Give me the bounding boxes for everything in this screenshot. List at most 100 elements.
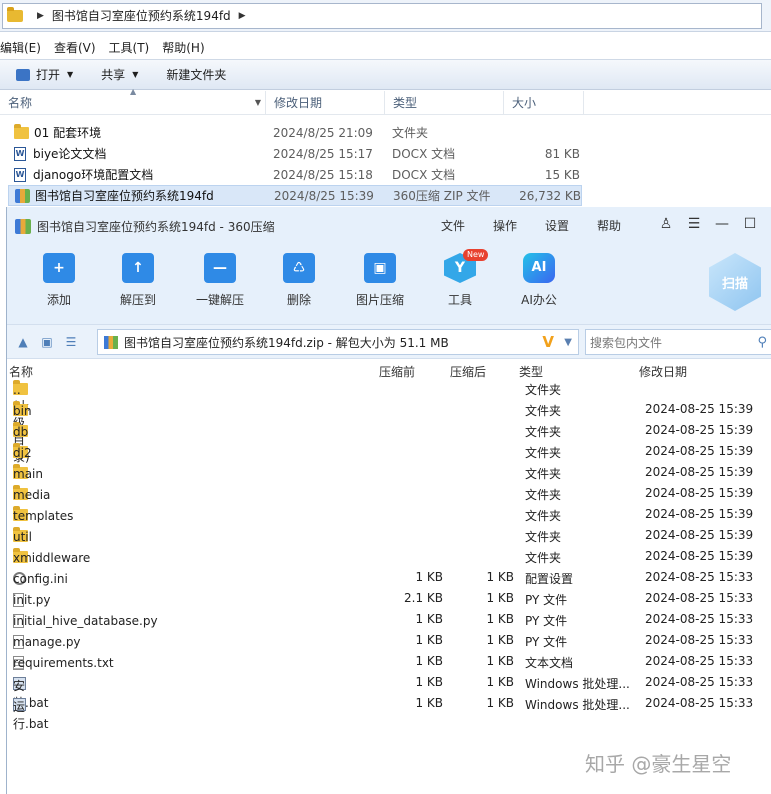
file-row[interactable]: 安装.bat 1 KB 1 KB Windows 批处理... 2024-08-25 1… — [7, 672, 771, 710]
menu-help[interactable]: 帮助(H) — [162, 39, 204, 56]
delete-button[interactable]: ♺ 删除 — [264, 253, 334, 308]
up-arrow-icon[interactable]: ▲ — [15, 335, 31, 349]
view-thumbnail-icon[interactable]: ▣ — [39, 335, 55, 349]
file-type: 文件夹 — [525, 551, 562, 565]
feedback-icon[interactable]: ☰ — [680, 216, 708, 232]
file-type: 360压缩 ZIP 文件 — [393, 189, 491, 203]
docx-icon: W — [14, 167, 26, 182]
column-date[interactable]: 修改日期 — [639, 363, 687, 380]
scan-button[interactable]: 扫描 — [709, 253, 761, 311]
path-field[interactable]: 图书馆自习室座位预约系统194fd.zip - 解包大小为 51.1 MB V … — [97, 329, 579, 355]
file-row[interactable]: 运行.bat 1 KB 1 KB Windows 批处理... 2024-08-25 1… — [7, 693, 771, 731]
menu-edit[interactable]: 编辑(E) — [0, 39, 41, 56]
image-compress-button[interactable]: ▣ 图片压缩 — [345, 253, 415, 308]
file-row[interactable]: init.py 2.1 KB 1 KB PY 文件 2024-08-25 15:33 — [7, 588, 771, 609]
chevron-down-icon: ▼ — [67, 70, 74, 79]
file-row[interactable]: requirements.txt 1 KB 1 KB 文本文档 2024-08-25 1… — [7, 651, 771, 672]
menu-help[interactable]: 帮助 — [597, 217, 621, 234]
address-box[interactable]: ▶ 图书馆自习室座位预约系统194fd ▶ — [2, 2, 762, 29]
size-before: 1 KB — [415, 675, 443, 689]
file-name: media — [13, 488, 51, 502]
sort-up-icon: ▲ — [130, 87, 137, 96]
file-type: 文件夹 — [525, 530, 562, 544]
file-date: 2024-08-25 15:33 — [645, 633, 754, 647]
chevron-down-icon[interactable]: ▼ — [564, 337, 572, 348]
chevron-down-icon[interactable]: ▼ — [255, 98, 261, 107]
scan-label: 扫描 — [721, 276, 748, 292]
column-type[interactable]: 类型 — [385, 91, 504, 114]
file-name: db — [13, 425, 29, 439]
file-name: init.py — [13, 593, 51, 607]
file-row[interactable]: config.ini 1 KB 1 KB 配置设置 2024-08-25 15:33 — [7, 567, 771, 588]
ai-office-button[interactable]: AI AI办公 — [504, 253, 574, 308]
extract-to-button[interactable]: ↑ 解压到 — [103, 253, 173, 308]
file-date: 2024/8/25 15:17 — [273, 146, 373, 161]
file-date: 2024-08-25 15:33 — [645, 591, 754, 605]
tools-button[interactable]: Y New 工具 — [425, 249, 495, 308]
file-row[interactable]: dj2 文件夹 2024-08-25 15:39 — [7, 441, 771, 462]
view-list-icon[interactable]: ☰ — [63, 335, 79, 349]
file-row[interactable]: xmiddleware 文件夹 2024-08-25 15:39 — [7, 546, 771, 567]
folder-icon — [14, 123, 29, 139]
menu-settings[interactable]: 设置 — [545, 217, 569, 234]
menu-view[interactable]: 查看(V) — [54, 39, 96, 56]
file-row[interactable]: main 文件夹 2024-08-25 15:39 — [7, 462, 771, 483]
file-date: 2024-08-25 15:33 — [645, 570, 754, 584]
skin-icon[interactable]: ♙ — [652, 216, 680, 232]
file-type: DOCX 文档 — [392, 147, 456, 161]
menu-operate[interactable]: 操作 — [493, 217, 517, 234]
new-folder-button[interactable]: 新建文件夹 — [166, 66, 226, 83]
breadcrumb-item[interactable]: 图书馆自习室座位预约系统194fd — [52, 7, 231, 24]
file-row[interactable]: bin 文件夹 2024-08-25 15:39 — [7, 399, 771, 420]
file-row[interactable]: manage.py 1 KB 1 KB PY 文件 2024-08-25 15:33 — [7, 630, 771, 651]
explorer-row[interactable]: 01 配套环境 2024/8/25 21:09 文件夹 — [8, 122, 582, 143]
address-bar[interactable]: ▶ 图书馆自习室座位预约系统194fd ▶ — [0, 0, 771, 32]
breadcrumb-arrow-icon[interactable]: ▶ — [37, 11, 44, 21]
search-input[interactable]: 搜索包内文件 ⚲ — [585, 329, 771, 355]
explorer-row[interactable]: Wbiye论文文档 2024/8/25 15:17 DOCX 文档 81 KB — [8, 143, 582, 164]
column-after[interactable]: 压缩后 — [450, 363, 486, 380]
open-button[interactable]: 打开 ▼ — [16, 66, 73, 83]
minimize-icon[interactable]: — — [708, 216, 736, 232]
one-click-extract-button[interactable]: — 一键解压 — [185, 253, 255, 308]
open-label: 打开 — [36, 68, 61, 82]
search-icon[interactable]: ⚲ — [757, 335, 767, 350]
column-before[interactable]: 压缩前 — [379, 363, 415, 380]
maximize-icon[interactable]: ☐ — [736, 216, 764, 232]
column-size[interactable]: 大小 — [504, 91, 584, 114]
column-name[interactable]: 名称 ▲ ▼ — [0, 87, 266, 114]
column-date[interactable]: 修改日期 — [266, 91, 385, 114]
file-name: templates — [13, 509, 74, 523]
file-row[interactable]: initial_hive_database.py 1 KB 1 KB PY 文件 202… — [7, 609, 771, 630]
file-date: 2024/8/25 21:09 — [273, 125, 373, 140]
file-name: initial_hive_database.py — [13, 614, 158, 628]
size-before: 1 KB — [415, 654, 443, 668]
share-button[interactable]: 共享 ▼ — [101, 66, 138, 83]
file-name: config.ini — [13, 572, 68, 586]
file-row[interactable]: media 文件夹 2024-08-25 15:39 — [7, 483, 771, 504]
file-date: 2024-08-25 15:39 — [645, 423, 754, 437]
breadcrumb-arrow-icon[interactable]: ▶ — [239, 11, 246, 21]
file-date: 2024-08-25 15:33 — [645, 654, 754, 668]
column-name[interactable]: 名称 — [9, 363, 33, 380]
add-button[interactable]: + 添加 — [24, 253, 94, 308]
file-type: 配置设置 — [525, 572, 574, 586]
size-after: 1 KB — [486, 612, 514, 626]
file-row[interactable]: templates 文件夹 2024-08-25 15:39 — [7, 504, 771, 525]
file-row[interactable]: db 文件夹 2024-08-25 15:39 — [7, 420, 771, 441]
file-type: 文件夹 — [525, 509, 562, 523]
add-icon: + — [43, 253, 75, 283]
file-row[interactable]: .. (上级目录)文件夹 — [7, 378, 771, 464]
menu-tools[interactable]: 工具(T) — [109, 39, 150, 56]
one-click-extract-icon: — — [204, 253, 236, 283]
vip-icon[interactable]: V — [542, 333, 554, 351]
path-text: 图书馆自习室座位预约系统194fd.zip - 解包大小为 51.1 MB — [124, 335, 449, 350]
explorer-row[interactable]: Wdjanogo环境配置文档 2024/8/25 15:18 DOCX 文档 1… — [8, 164, 582, 185]
close-icon[interactable]: ✕ — [764, 216, 771, 232]
explorer-row-selected[interactable]: 图书馆自习室座位预约系统194fd 2024/8/25 15:39 360压缩 … — [8, 185, 582, 206]
column-type[interactable]: 类型 — [519, 363, 543, 380]
file-name: util — [13, 530, 32, 544]
menu-file[interactable]: 文件 — [441, 217, 465, 234]
file-row[interactable]: util 文件夹 2024-08-25 15:39 — [7, 525, 771, 546]
watermark: 知乎 @豪生星空 — [585, 752, 732, 776]
